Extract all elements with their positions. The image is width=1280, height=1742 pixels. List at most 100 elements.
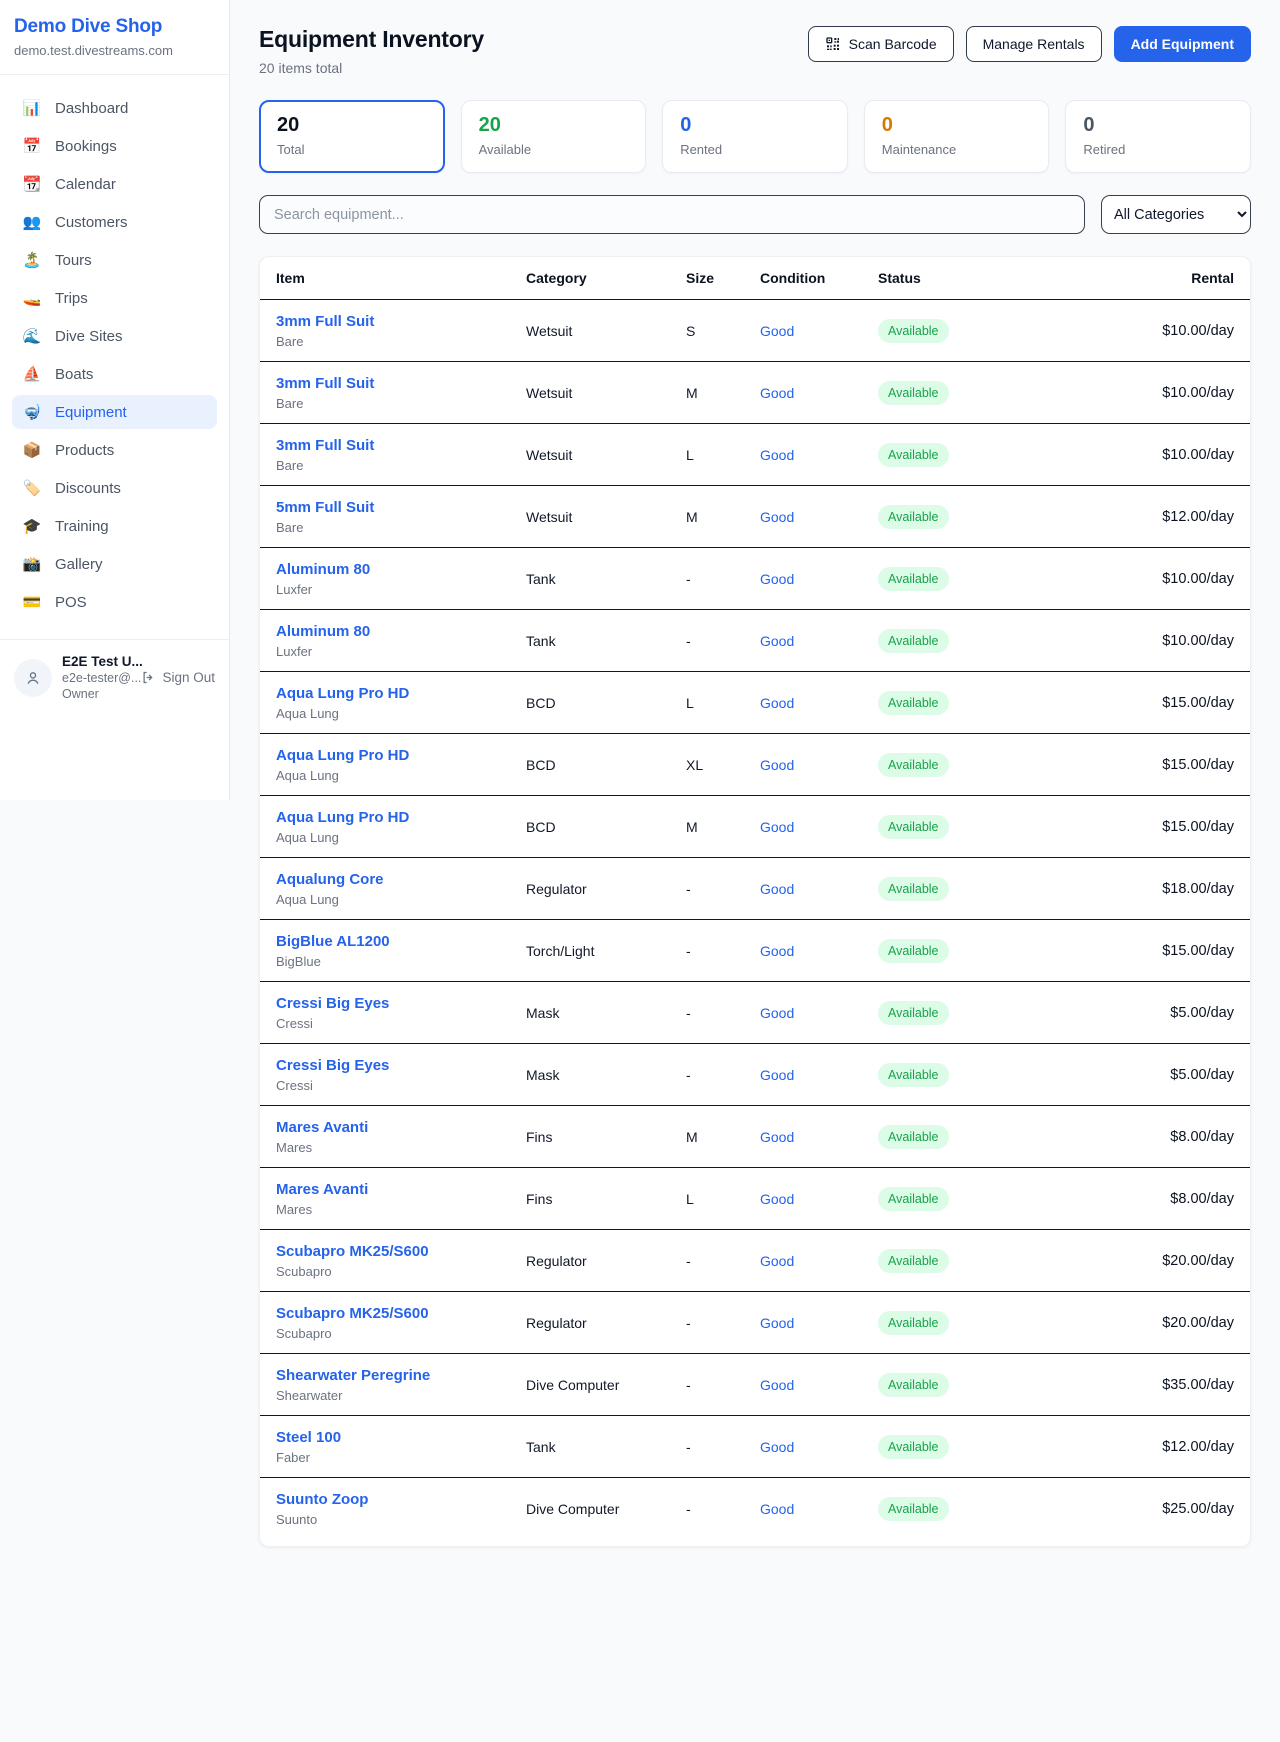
condition-link[interactable]: Good <box>760 509 878 525</box>
item-name-link[interactable]: Aqualung Core <box>276 871 526 888</box>
tag-icon: 🏷️ <box>22 479 42 497</box>
search-input[interactable] <box>259 195 1085 234</box>
item-name-link[interactable]: Cressi Big Eyes <box>276 995 526 1012</box>
tear-calendar-icon: 📆 <box>22 175 42 193</box>
condition-link[interactable]: Good <box>760 571 878 587</box>
item-name-link[interactable]: Cressi Big Eyes <box>276 1057 526 1074</box>
sidebar-item-gallery[interactable]: 📸Gallery <box>12 547 217 581</box>
item-brand: Bare <box>276 458 526 473</box>
item-name-link[interactable]: Steel 100 <box>276 1429 526 1446</box>
condition-link[interactable]: Good <box>760 1253 878 1269</box>
item-name-link[interactable]: Shearwater Peregrine <box>276 1367 526 1384</box>
stat-card-total[interactable]: 20Total <box>259 100 445 173</box>
sidebar-item-calendar[interactable]: 📆Calendar <box>12 167 217 201</box>
item-name-link[interactable]: Mares Avanti <box>276 1119 526 1136</box>
category-filter[interactable]: All Categories <box>1101 195 1251 234</box>
sidebar-item-boats[interactable]: ⛵Boats <box>12 357 217 391</box>
table-row: Cressi Big EyesCressiMask-GoodAvailable$… <box>260 982 1250 1044</box>
condition-link[interactable]: Good <box>760 819 878 835</box>
condition-link[interactable]: Good <box>760 1005 878 1021</box>
sidebar-item-products[interactable]: 📦Products <box>12 433 217 467</box>
sidebar-item-dashboard[interactable]: 📊Dashboard <box>12 91 217 125</box>
condition-link[interactable]: Good <box>760 1501 878 1517</box>
sidebar-item-customers[interactable]: 👥Customers <box>12 205 217 239</box>
item-name-link[interactable]: Aqua Lung Pro HD <box>276 747 526 764</box>
island-icon: 🏝️ <box>22 251 42 269</box>
sidebar-item-pos[interactable]: 💳POS <box>12 585 217 619</box>
condition-link[interactable]: Good <box>760 695 878 711</box>
condition-link[interactable]: Good <box>760 1377 878 1393</box>
item-name-link[interactable]: Mares Avanti <box>276 1181 526 1198</box>
status-cell: Available <box>878 1373 1028 1397</box>
sidebar-item-equipment[interactable]: 🤿Equipment <box>12 395 217 429</box>
item-name-link[interactable]: Aluminum 80 <box>276 623 526 640</box>
stat-value: 20 <box>479 114 629 137</box>
condition-link[interactable]: Good <box>760 1191 878 1207</box>
category-cell: Tank <box>526 571 686 587</box>
table-row: Aqualung CoreAqua LungRegulator-GoodAvai… <box>260 858 1250 920</box>
stat-card-rented[interactable]: 0Rented <box>662 100 848 173</box>
condition-link[interactable]: Good <box>760 1067 878 1083</box>
condition-link[interactable]: Good <box>760 323 878 339</box>
condition-link[interactable]: Good <box>760 757 878 773</box>
item-name-link[interactable]: 3mm Full Suit <box>276 375 526 392</box>
sidebar-item-tours[interactable]: 🏝️Tours <box>12 243 217 277</box>
sidebar-item-dive-sites[interactable]: 🌊Dive Sites <box>12 319 217 353</box>
condition-link[interactable]: Good <box>760 1315 878 1331</box>
table-row: Scubapro MK25/S600ScubaproRegulator-Good… <box>260 1292 1250 1354</box>
item-name-link[interactable]: Scubapro MK25/S600 <box>276 1243 526 1260</box>
condition-link[interactable]: Good <box>760 943 878 959</box>
condition-link[interactable]: Good <box>760 633 878 649</box>
item-name-link[interactable]: 5mm Full Suit <box>276 499 526 516</box>
item-name-link[interactable]: Suunto Zoop <box>276 1491 526 1508</box>
stat-card-maintenance[interactable]: 0Maintenance <box>864 100 1050 173</box>
rental-cell: $35.00/day <box>1028 1377 1234 1393</box>
stat-card-retired[interactable]: 0Retired <box>1065 100 1251 173</box>
stat-card-available[interactable]: 20Available <box>461 100 647 173</box>
stats-row: 20Total20Available0Rented0Maintenance0Re… <box>259 100 1251 173</box>
condition-link[interactable]: Good <box>760 447 878 463</box>
table-row: Aqua Lung Pro HDAqua LungBCDLGoodAvailab… <box>260 672 1250 734</box>
sidebar-item-label: Equipment <box>55 404 127 421</box>
item-name-link[interactable]: BigBlue AL1200 <box>276 933 526 950</box>
table-row: 3mm Full SuitBareWetsuitSGoodAvailable$1… <box>260 300 1250 362</box>
category-cell: Wetsuit <box>526 447 686 463</box>
manage-rentals-button[interactable]: Manage Rentals <box>966 26 1102 62</box>
page-subtitle: 20 items total <box>259 60 484 76</box>
item-cell: 3mm Full SuitBare <box>276 313 526 349</box>
size-cell: - <box>686 1005 760 1021</box>
item-name-link[interactable]: Aluminum 80 <box>276 561 526 578</box>
condition-link[interactable]: Good <box>760 1439 878 1455</box>
condition-link[interactable]: Good <box>760 881 878 897</box>
sidebar-item-discounts[interactable]: 🏷️Discounts <box>12 471 217 505</box>
item-cell: Cressi Big EyesCressi <box>276 1057 526 1093</box>
credit-card-icon: 💳 <box>22 593 42 611</box>
sidebar-item-label: Products <box>55 442 114 459</box>
status-badge: Available <box>878 877 949 901</box>
sidebar-item-training[interactable]: 🎓Training <box>12 509 217 543</box>
brand-name[interactable]: Demo Dive Shop <box>14 16 213 38</box>
scan-barcode-button[interactable]: Scan Barcode <box>808 26 954 62</box>
page-header: Equipment Inventory 20 items total <box>259 26 1251 76</box>
condition-link[interactable]: Good <box>760 385 878 401</box>
table-row: Cressi Big EyesCressiMask-GoodAvailable$… <box>260 1044 1250 1106</box>
barcode-scan-icon <box>825 36 841 52</box>
add-equipment-button[interactable]: Add Equipment <box>1114 26 1251 62</box>
sidebar-item-bookings[interactable]: 📅Bookings <box>12 129 217 163</box>
rental-cell: $10.00/day <box>1028 323 1234 339</box>
category-cell: Tank <box>526 633 686 649</box>
item-cell: BigBlue AL1200BigBlue <box>276 933 526 969</box>
item-name-link[interactable]: 3mm Full Suit <box>276 437 526 454</box>
item-name-link[interactable]: Scubapro MK25/S600 <box>276 1305 526 1322</box>
condition-link[interactable]: Good <box>760 1129 878 1145</box>
rental-cell: $5.00/day <box>1028 1005 1234 1021</box>
item-name-link[interactable]: Aqua Lung Pro HD <box>276 809 526 826</box>
item-name-link[interactable]: 3mm Full Suit <box>276 313 526 330</box>
category-cell: Wetsuit <box>526 509 686 525</box>
status-badge: Available <box>878 443 949 467</box>
item-cell: Aluminum 80Luxfer <box>276 561 526 597</box>
status-cell: Available <box>878 1125 1028 1149</box>
sidebar-item-trips[interactable]: 🚤Trips <box>12 281 217 315</box>
item-name-link[interactable]: Aqua Lung Pro HD <box>276 685 526 702</box>
sign-out-button[interactable]: Sign Out <box>141 670 215 685</box>
